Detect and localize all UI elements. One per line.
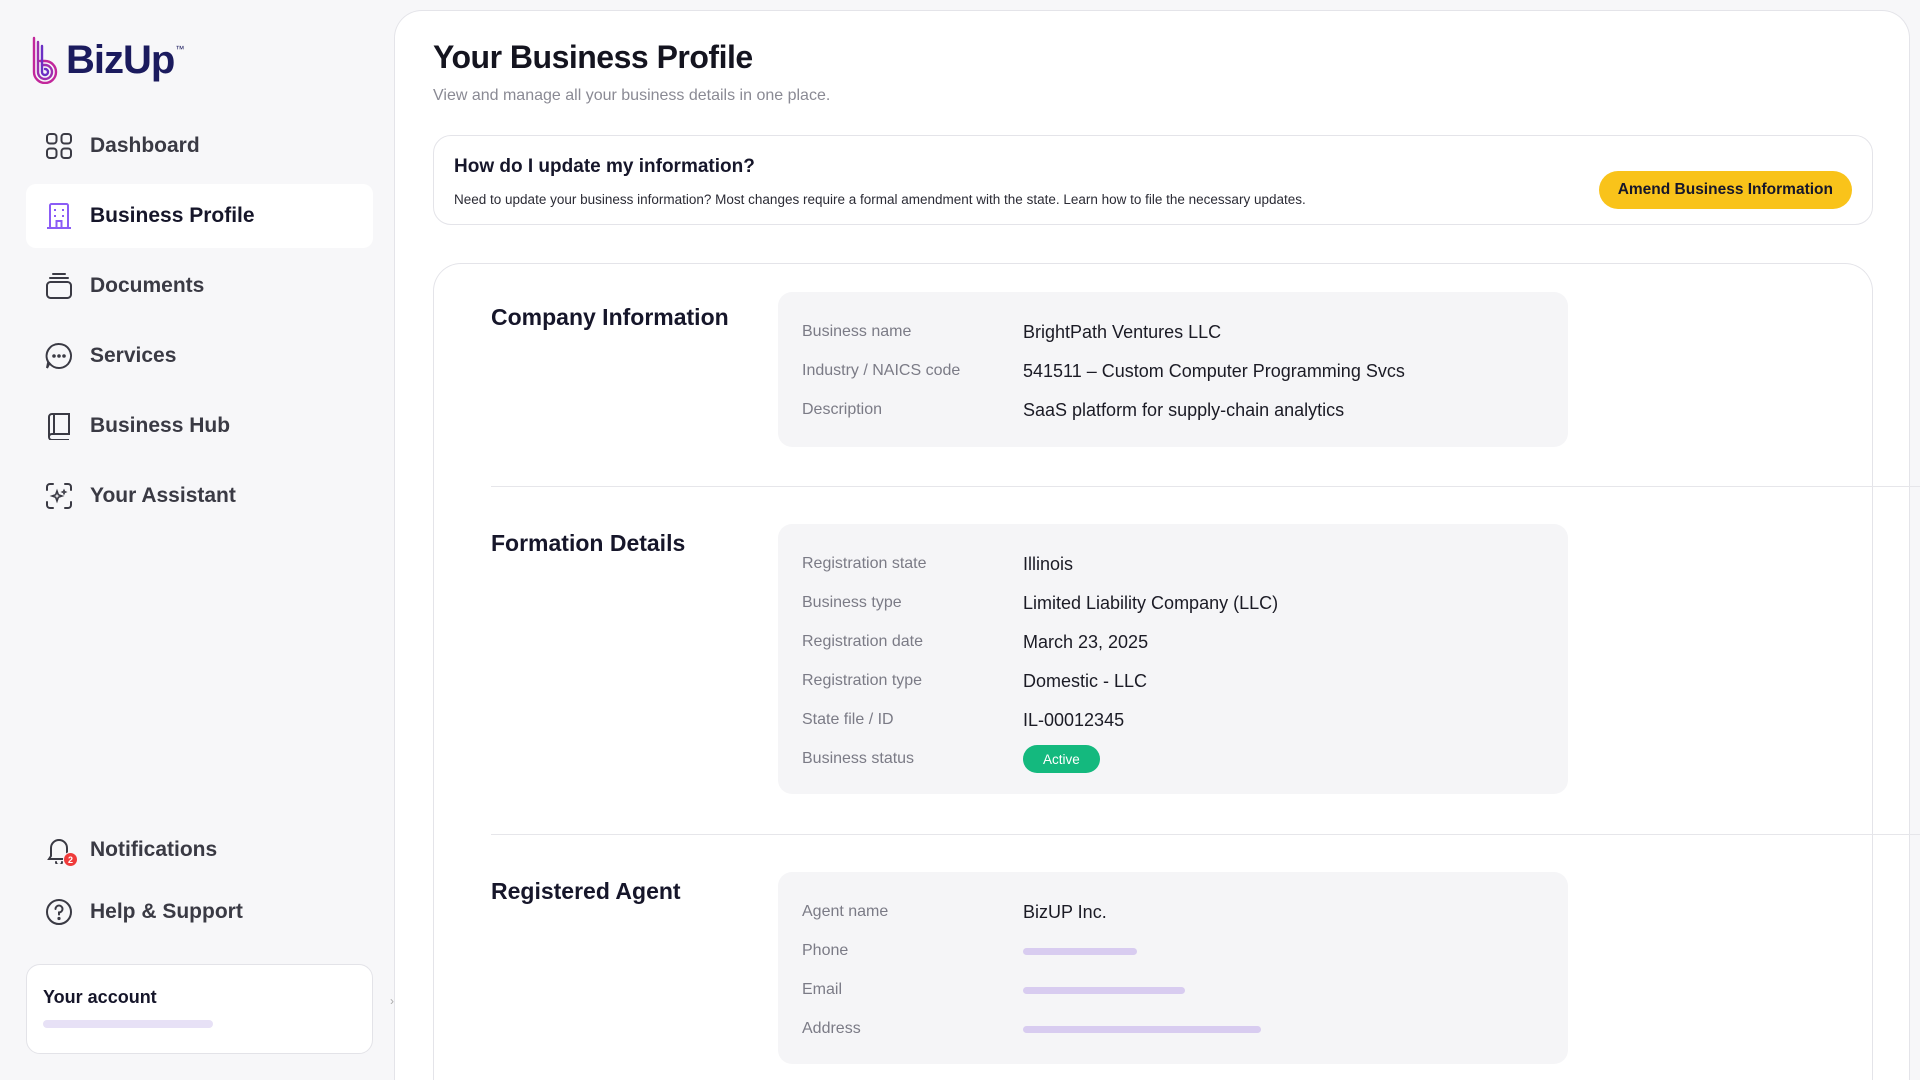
agent-info-box: Agent name BizUP Inc. Phone Email Addres…: [778, 872, 1568, 1064]
amend-business-information-button[interactable]: Amend Business Information: [1598, 171, 1852, 209]
section-title-formation: Formation Details: [491, 530, 686, 556]
address-placeholder-bar: [1023, 1025, 1261, 1033]
nav-label: Notifications: [90, 838, 218, 861]
info-row: Phone: [802, 939, 1137, 963]
info-row: Email: [802, 978, 1185, 1002]
status-badge: Active: [1023, 745, 1100, 773]
formation-info-box: Registration state Illinois Business typ…: [778, 524, 1568, 794]
info-row: Description SaaS platform for supply-cha…: [802, 398, 1344, 422]
row-label: Business type: [802, 594, 902, 611]
company-info-box: Business name BrightPath Ventures LLC In…: [778, 292, 1568, 447]
nav-item-services[interactable]: Services: [26, 324, 373, 388]
row-label: Registration state: [802, 555, 927, 572]
page-subtitle: View and manage all your business detail…: [433, 87, 831, 104]
book-icon: [44, 411, 74, 441]
row-value: Illinois: [1023, 553, 1074, 574]
nav-item-dashboard[interactable]: Dashboard: [26, 114, 373, 178]
info-row: Business type Limited Liability Company …: [802, 591, 1278, 615]
row-value: BrightPath Ventures LLC: [1023, 321, 1222, 342]
info-row: State file / ID IL-00012345: [802, 708, 1124, 732]
info-row: Registration date March 23, 2025: [802, 630, 1148, 654]
account-placeholder-bar: [43, 1020, 213, 1028]
email-placeholder-bar: [1023, 986, 1185, 994]
row-value: SaaS platform for supply-chain analytics: [1023, 399, 1345, 420]
info-row: Registration state Illinois: [802, 552, 1073, 576]
info-row: Address: [802, 1017, 1261, 1041]
row-label: Description: [802, 401, 883, 418]
stack-icon: [44, 271, 74, 301]
section-title-agent: Registered Agent: [491, 878, 681, 904]
row-value: 541511 – Custom Computer Programming Svc…: [1023, 360, 1405, 381]
row-label: Agent name: [802, 903, 889, 920]
section-divider: [491, 486, 1920, 487]
row-label: Business status: [802, 750, 915, 767]
update-info-banner: How do I update my information? Need to …: [433, 135, 1873, 225]
phone-placeholder-bar: [1023, 947, 1137, 955]
row-value: Domestic - LLC: [1023, 670, 1148, 691]
chat-dots-icon: [44, 341, 74, 371]
banner-title: How do I update my information?: [454, 156, 755, 177]
main-panel: Your Business Profile View and manage al…: [394, 10, 1920, 1080]
nav-label: Dashboard: [90, 134, 200, 157]
row-label: Address: [802, 1020, 861, 1037]
building-icon: [44, 201, 74, 231]
nav-item-documents[interactable]: Documents: [26, 254, 373, 318]
question-icon: [44, 897, 74, 927]
section-divider: [491, 834, 1920, 835]
sparkle-scan-icon: [44, 481, 74, 511]
row-label: State file / ID: [802, 711, 894, 728]
nav-label: Documents: [90, 274, 205, 297]
banner-text: Need to update your business information…: [454, 192, 1306, 207]
nav-label: Help & Support: [90, 900, 243, 923]
section-title-company: Company Information: [491, 304, 729, 330]
row-label: Registration type: [802, 672, 923, 689]
info-row: Agent name BizUP Inc.: [802, 900, 1107, 924]
sidebar: BizUp ™ Dashboard Business Profile Docum…: [0, 0, 396, 1080]
bell-icon: 2: [44, 835, 78, 867]
nav-label: Services: [90, 344, 177, 367]
row-value: March 23, 2025: [1023, 631, 1149, 652]
nav-item-business-profile[interactable]: Business Profile: [26, 184, 373, 248]
row-label: Registration date: [802, 633, 923, 650]
row-label: Business name: [802, 323, 912, 340]
info-row: Business name BrightPath Ventures LLC: [802, 320, 1221, 344]
info-row: Business status Active: [802, 745, 1100, 773]
grid-icon: [44, 131, 74, 161]
nav-label: Business Profile: [90, 204, 255, 227]
row-label: Industry / NAICS code: [802, 362, 961, 379]
account-card[interactable]: Your account: [26, 964, 373, 1054]
info-row: Registration type Domestic - LLC: [802, 669, 1147, 693]
nav-item-notifications[interactable]: 2 Notifications: [26, 818, 373, 882]
brand-trademark: ™: [175, 44, 185, 54]
bizup-logo[interactable]: BizUp ™: [30, 32, 184, 88]
brand-name: BizUp: [66, 38, 175, 82]
nav-item-your-assistant[interactable]: Your Assistant: [26, 464, 373, 528]
nav-item-business-hub[interactable]: Business Hub: [26, 394, 373, 458]
row-value: BizUP Inc.: [1023, 901, 1107, 922]
row-label: Email: [802, 981, 843, 998]
notification-count-badge: 2: [63, 852, 78, 867]
bizup-logo-icon: [32, 36, 58, 84]
page-title: Your Business Profile: [433, 39, 753, 75]
nav-item-help-support[interactable]: Help & Support: [26, 880, 373, 944]
info-row: Industry / NAICS code 541511 – Custom Co…: [802, 359, 1405, 383]
nav-label: Business Hub: [90, 414, 231, 437]
row-value: IL-00012345: [1023, 709, 1125, 730]
account-title: Your account: [43, 987, 157, 1007]
business-details-card: Company Information Business name Bright…: [433, 263, 1920, 1080]
row-value: Limited Liability Company (LLC): [1023, 592, 1279, 613]
nav-label: Your Assistant: [90, 484, 236, 507]
row-label: Phone: [802, 942, 849, 959]
